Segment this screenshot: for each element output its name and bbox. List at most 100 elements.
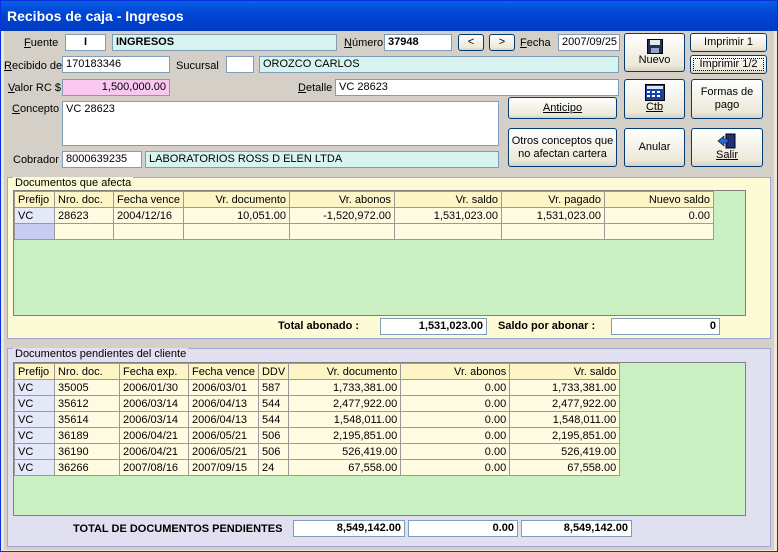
cell: 67,558.00 bbox=[509, 459, 621, 476]
calculator-icon bbox=[644, 84, 665, 101]
cell: 35005 bbox=[54, 379, 120, 396]
otros-conceptos-button[interactable]: Otros conceptos que no afectan cartera bbox=[508, 128, 617, 167]
sucursal-field[interactable] bbox=[226, 56, 254, 73]
afecta-panel: Documentos que afecta Prefijo Nro. doc. … bbox=[7, 177, 771, 339]
prev-record-button[interactable]: < bbox=[458, 34, 484, 51]
cobrador-name-field: LABORATORIOS ROSS D ELEN LTDA bbox=[145, 151, 499, 168]
col-prefijo: Prefijo bbox=[14, 363, 55, 380]
table-row[interactable]: VC 35614 2006/03/14 2006/04/13 544 1,548,011.… bbox=[14, 411, 621, 428]
ctb-label: Ctb bbox=[645, 101, 664, 113]
form-area: Fuente I INGRESOS Número 37948 < > Fecha… bbox=[4, 31, 774, 550]
col-vr-documento: Vr. documento bbox=[288, 363, 402, 380]
cell: 67,558.00 bbox=[288, 459, 402, 476]
numero-label: Número bbox=[344, 37, 384, 49]
table-row[interactable]: VC 28623 2004/12/16 10,051.00 -1,520,972… bbox=[14, 207, 714, 224]
col-vr-documento: Vr. documento bbox=[183, 191, 290, 208]
afecta-grid[interactable]: Prefijo Nro. doc. Fecha vence Vr. docume… bbox=[13, 190, 746, 316]
detalle-field[interactable]: VC 28623 bbox=[335, 79, 619, 96]
cell: 1,733,381.00 bbox=[509, 379, 621, 396]
pendientes-grid[interactable]: Prefijo Nro. doc. Fecha exp. Fecha vence… bbox=[13, 362, 746, 516]
concepto-field[interactable]: VC 28623 bbox=[62, 101, 499, 146]
window: Recibos de caja - Ingresos Fuente I INGR… bbox=[0, 0, 778, 552]
pendientes-title: Documentos pendientes del cliente bbox=[13, 348, 189, 360]
cell: 0.00 bbox=[400, 411, 511, 428]
cell: 544 bbox=[257, 411, 290, 428]
total-vr-abonos-field: 0.00 bbox=[408, 520, 518, 537]
table-row[interactable]: VC 35612 2006/03/14 2006/04/13 544 2,477,922.… bbox=[14, 395, 621, 412]
saldo-por-abonar-field: 0 bbox=[611, 318, 720, 335]
col-nro-doc: Nro. doc. bbox=[54, 363, 120, 380]
cell: 2006/04/21 bbox=[119, 427, 189, 444]
saldo-por-abonar-label: Saldo por abonar : bbox=[498, 320, 596, 332]
anular-button[interactable]: Anular bbox=[624, 128, 685, 167]
table-row-empty[interactable] bbox=[14, 223, 714, 240]
cell: 2007/09/15 bbox=[188, 459, 259, 476]
col-ddv: DDV bbox=[257, 363, 290, 380]
formas-pago-button[interactable]: Formas de pago bbox=[691, 79, 763, 119]
window-title: Recibos de caja - Ingresos bbox=[1, 1, 777, 31]
cell: 506 bbox=[257, 443, 290, 460]
cell: 587 bbox=[257, 379, 290, 396]
cell: VC bbox=[14, 379, 55, 396]
total-abonado-label: Total abonado : bbox=[278, 320, 360, 332]
ctb-button[interactable]: Ctb bbox=[624, 79, 685, 119]
sucursal-label: Sucursal bbox=[176, 60, 219, 72]
imprimir1-button[interactable]: Imprimir 1 bbox=[690, 33, 767, 52]
cell: 526,419.00 bbox=[288, 443, 402, 460]
fuente-code-field[interactable]: I bbox=[65, 34, 106, 51]
numero-field[interactable]: 37948 bbox=[384, 34, 452, 51]
cell: 1,733,381.00 bbox=[288, 379, 402, 396]
total-abonado-field: 1,531,023.00 bbox=[380, 318, 487, 335]
cell: 0.00 bbox=[400, 459, 511, 476]
cell: 2006/05/21 bbox=[188, 427, 259, 444]
cell: 36190 bbox=[54, 443, 120, 460]
otros-conceptos-label: Otros conceptos que no afectan cartera bbox=[511, 134, 614, 160]
table-row[interactable]: VC 35005 2006/01/30 2006/03/01 587 1,733,381.… bbox=[14, 379, 621, 396]
cell: 2006/03/14 bbox=[119, 395, 189, 412]
cell: -1,520,972.00 bbox=[289, 207, 395, 224]
valor-field[interactable]: 1,500,000.00 bbox=[62, 79, 170, 96]
cell: 2006/04/13 bbox=[188, 411, 259, 428]
table-row[interactable]: VC 36190 2006/04/21 2006/05/21 506 526,419.00… bbox=[14, 443, 621, 460]
cell: VC bbox=[14, 395, 55, 412]
cell: 544 bbox=[257, 395, 290, 412]
total-pendientes-label: TOTAL DE DOCUMENTOS PENDIENTES bbox=[73, 523, 283, 535]
afecta-title: Documentos que afecta bbox=[13, 177, 134, 189]
col-nuevo-saldo: Nuevo saldo bbox=[604, 191, 714, 208]
col-vr-abonos: Vr. abonos bbox=[400, 363, 511, 380]
table-row[interactable]: VC 36266 2007/08/16 2007/09/15 24 67,558.00 0.… bbox=[14, 459, 621, 476]
col-vr-abonos: Vr. abonos bbox=[289, 191, 395, 208]
cell: 36189 bbox=[54, 427, 120, 444]
salir-button[interactable]: Salir bbox=[691, 128, 763, 167]
cell: 506 bbox=[257, 427, 290, 444]
cell: 1,548,011.00 bbox=[509, 411, 621, 428]
next-record-button[interactable]: > bbox=[489, 34, 515, 51]
anticipo-button[interactable]: Anticipo bbox=[508, 97, 617, 119]
cell: VC bbox=[14, 411, 55, 428]
total-vr-documento-field: 8,549,142.00 bbox=[293, 520, 405, 537]
cell: 0.00 bbox=[400, 443, 511, 460]
pendientes-table: Prefijo Nro. doc. Fecha exp. Fecha vence… bbox=[14, 363, 621, 476]
pendientes-header-row: Prefijo Nro. doc. Fecha exp. Fecha vence… bbox=[14, 363, 621, 380]
anticipo-label: Anticipo bbox=[542, 101, 583, 114]
fecha-field[interactable]: 2007/09/25 bbox=[558, 34, 620, 51]
cell: 2006/05/21 bbox=[188, 443, 259, 460]
table-row[interactable]: VC 36189 2006/04/21 2006/05/21 506 2,195,851.… bbox=[14, 427, 621, 444]
imprimir12-label: Imprimir 1/2 bbox=[699, 58, 758, 70]
cell: 0.00 bbox=[604, 207, 714, 224]
cell: 2,195,851.00 bbox=[288, 427, 402, 444]
cell: 2004/12/16 bbox=[113, 207, 184, 224]
cell: 2006/04/21 bbox=[119, 443, 189, 460]
cobrador-code-field[interactable]: 8000639235 bbox=[62, 151, 142, 168]
cell: 526,419.00 bbox=[509, 443, 621, 460]
nuevo-button[interactable]: Nuevo bbox=[624, 33, 685, 72]
imprimir12-button[interactable]: Imprimir 1/2 bbox=[690, 55, 767, 74]
col-vr-saldo: Vr. saldo bbox=[394, 191, 502, 208]
valor-label: Valor RC $ bbox=[8, 82, 61, 94]
cell: 1,531,023.00 bbox=[501, 207, 605, 224]
recibido-field[interactable]: 170183346 bbox=[62, 56, 170, 73]
cell: 35612 bbox=[54, 395, 120, 412]
cell: 0.00 bbox=[400, 379, 511, 396]
pendientes-panel: Documentos pendientes del cliente Prefij… bbox=[7, 348, 771, 547]
col-fecha-vence: Fecha vence bbox=[188, 363, 259, 380]
